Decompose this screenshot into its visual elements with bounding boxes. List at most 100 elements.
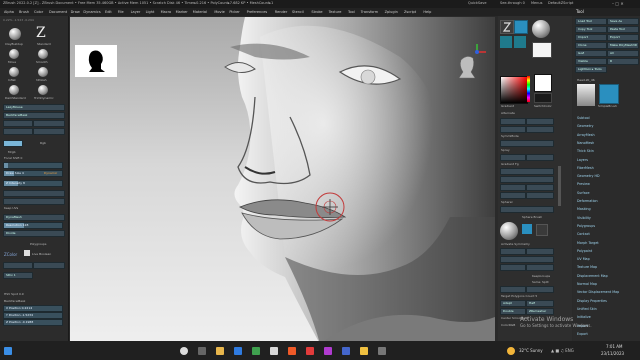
zcolor-label[interactable]: ZColor bbox=[4, 252, 17, 257]
clock-time[interactable]: 7:01 AM bbox=[606, 344, 622, 349]
menu-item-light[interactable]: Light bbox=[146, 10, 155, 14]
sphere-brush-icon[interactable] bbox=[500, 222, 518, 240]
focal-shift-track[interactable] bbox=[3, 162, 63, 169]
app-icon[interactable] bbox=[342, 347, 350, 355]
menu-item-help[interactable]: Help bbox=[423, 10, 431, 14]
task-view-icon[interactable] bbox=[198, 347, 206, 355]
tool-subpalette-visibility[interactable]: Visibility bbox=[577, 216, 591, 220]
tool-subpalette-polypaint[interactable]: Polypaint bbox=[577, 249, 592, 253]
menu-item-alpha[interactable]: Alpha bbox=[4, 10, 14, 14]
app-icon[interactable] bbox=[324, 347, 332, 355]
zremesher-button[interactable]: ZRemesher bbox=[526, 308, 554, 315]
tool-subpalette-subtool[interactable]: Subtool bbox=[577, 116, 590, 120]
menu-item-layer[interactable]: Layer bbox=[131, 10, 141, 14]
tool-button-import[interactable]: Import bbox=[575, 34, 607, 41]
main-color-swatch[interactable] bbox=[534, 74, 552, 92]
menus-button[interactable]: Menus bbox=[531, 1, 542, 5]
color-picker[interactable] bbox=[500, 76, 528, 104]
head-thumbnail[interactable] bbox=[577, 84, 595, 106]
button[interactable] bbox=[526, 184, 554, 191]
default-zscript-button[interactable]: DefaultZScript bbox=[548, 1, 573, 5]
button[interactable] bbox=[526, 118, 554, 125]
button[interactable] bbox=[500, 154, 526, 161]
tool-subpalette-geometry-hd[interactable]: Geometry HD bbox=[577, 174, 600, 178]
claybuildup-brush-icon[interactable] bbox=[9, 28, 21, 40]
tool-subpalette-masking[interactable]: Masking bbox=[577, 207, 591, 211]
tool-button-lightbox-tools[interactable]: Lightbox ▸ Tools bbox=[575, 66, 607, 73]
menu-item-dynamics[interactable]: Dynamics bbox=[83, 10, 100, 14]
menu-item-draw[interactable]: Draw bbox=[71, 10, 80, 14]
tool-button-export[interactable]: Export bbox=[607, 34, 639, 41]
trimdynamic-brush-icon[interactable] bbox=[38, 85, 48, 95]
button[interactable] bbox=[500, 192, 526, 199]
tool-subpalette-contact[interactable]: Contact bbox=[577, 232, 590, 236]
tool-subpalette-surface[interactable]: Surface bbox=[577, 191, 590, 195]
panel-scrollbar[interactable] bbox=[558, 166, 561, 206]
button[interactable] bbox=[3, 120, 33, 127]
button[interactable] bbox=[3, 198, 65, 205]
live-boolean-button[interactable]: Live Boolean bbox=[32, 252, 51, 256]
hpolish-brush-icon[interactable] bbox=[38, 67, 48, 77]
adapt-button[interactable]: Adapt bbox=[500, 300, 526, 307]
menu-item-macro[interactable]: Macro bbox=[161, 10, 172, 14]
button[interactable] bbox=[526, 192, 554, 199]
tool-subpalette-normal-map[interactable]: Normal Map bbox=[577, 282, 597, 286]
tool-button-r[interactable]: R bbox=[607, 58, 639, 65]
menu-item-preferences[interactable]: Preferences bbox=[247, 10, 268, 14]
tool-subpalette-export[interactable]: Export bbox=[577, 332, 588, 336]
button[interactable] bbox=[3, 128, 33, 135]
app-icon[interactable] bbox=[288, 347, 296, 355]
menu-item-zplugin[interactable]: Zplugin bbox=[385, 10, 398, 14]
hue-strip[interactable] bbox=[527, 76, 530, 102]
z-intensity-slider[interactable]: Z Intensity 8 bbox=[3, 180, 63, 187]
tool-panel-header[interactable]: Tool bbox=[573, 8, 640, 16]
tool-button-save-as[interactable]: Save As bbox=[607, 18, 639, 25]
search-icon[interactable] bbox=[180, 347, 188, 355]
button[interactable] bbox=[500, 126, 526, 133]
focal-shift-slider[interactable]: Focal Shift 0 bbox=[4, 156, 22, 160]
button[interactable] bbox=[3, 262, 33, 269]
button[interactable] bbox=[526, 126, 554, 133]
simplebrush-thumbnail[interactable] bbox=[599, 84, 619, 104]
button[interactable] bbox=[500, 184, 526, 191]
tool-button-clone[interactable]: Clone bbox=[575, 42, 607, 49]
app-icon[interactable] bbox=[270, 347, 278, 355]
windows-start-icon[interactable] bbox=[4, 347, 12, 355]
app-icon[interactable] bbox=[360, 347, 368, 355]
move-mode-icon[interactable] bbox=[500, 36, 512, 48]
keep-uvs-label[interactable]: Keep UVs bbox=[4, 206, 18, 210]
button[interactable] bbox=[500, 286, 526, 293]
button[interactable] bbox=[33, 262, 65, 269]
scale-mode-icon[interactable] bbox=[514, 36, 526, 48]
button[interactable] bbox=[526, 248, 554, 255]
see-through-control[interactable]: See-through 0 bbox=[500, 1, 525, 5]
menu-item-stencil[interactable]: Stencil bbox=[292, 10, 304, 14]
menu-item-color[interactable]: Color bbox=[34, 10, 43, 14]
double-button[interactable]: Double bbox=[500, 308, 526, 315]
material-sphere-icon[interactable] bbox=[532, 20, 550, 38]
button[interactable] bbox=[33, 120, 65, 127]
tool-button-load-tool[interactable]: Load Tool bbox=[575, 18, 607, 25]
tool-subpalette-display-properties[interactable]: Display Properties bbox=[577, 299, 607, 303]
menu-item-edit[interactable]: Edit bbox=[105, 10, 112, 14]
button[interactable] bbox=[500, 118, 526, 125]
window-controls[interactable]: – □ ✕ bbox=[612, 1, 624, 6]
button[interactable] bbox=[500, 248, 526, 255]
tool-button-goz[interactable]: GoZ bbox=[575, 50, 607, 57]
file-explorer-icon[interactable] bbox=[216, 347, 224, 355]
tool-button-paste-tool[interactable]: Paste Tool bbox=[607, 26, 639, 33]
tool-subpalette-layers[interactable]: Layers bbox=[577, 158, 588, 162]
menu-item-render[interactable]: Render bbox=[275, 10, 287, 14]
menu-item-transform[interactable]: Transform bbox=[361, 10, 378, 14]
tool-subpalette-arraymesh[interactable]: ArrayMesh bbox=[577, 133, 595, 137]
button[interactable] bbox=[500, 176, 554, 183]
alpha-preview[interactable] bbox=[532, 42, 552, 58]
menu-item-movie[interactable]: Movie bbox=[214, 10, 224, 14]
y-position-slider[interactable]: Y Position -1.5234 bbox=[3, 312, 63, 319]
tool-subpalette-vector-displacement-map[interactable]: Vector Displacement Map bbox=[577, 290, 619, 294]
menu-item-brush[interactable]: Brush bbox=[19, 10, 29, 14]
tool-button-visible[interactable]: Visible bbox=[575, 58, 607, 65]
dynamic-toggle[interactable]: Dynamic bbox=[44, 171, 57, 175]
lazymouse-button[interactable]: LazyMouse bbox=[3, 104, 65, 111]
button[interactable] bbox=[500, 256, 554, 263]
